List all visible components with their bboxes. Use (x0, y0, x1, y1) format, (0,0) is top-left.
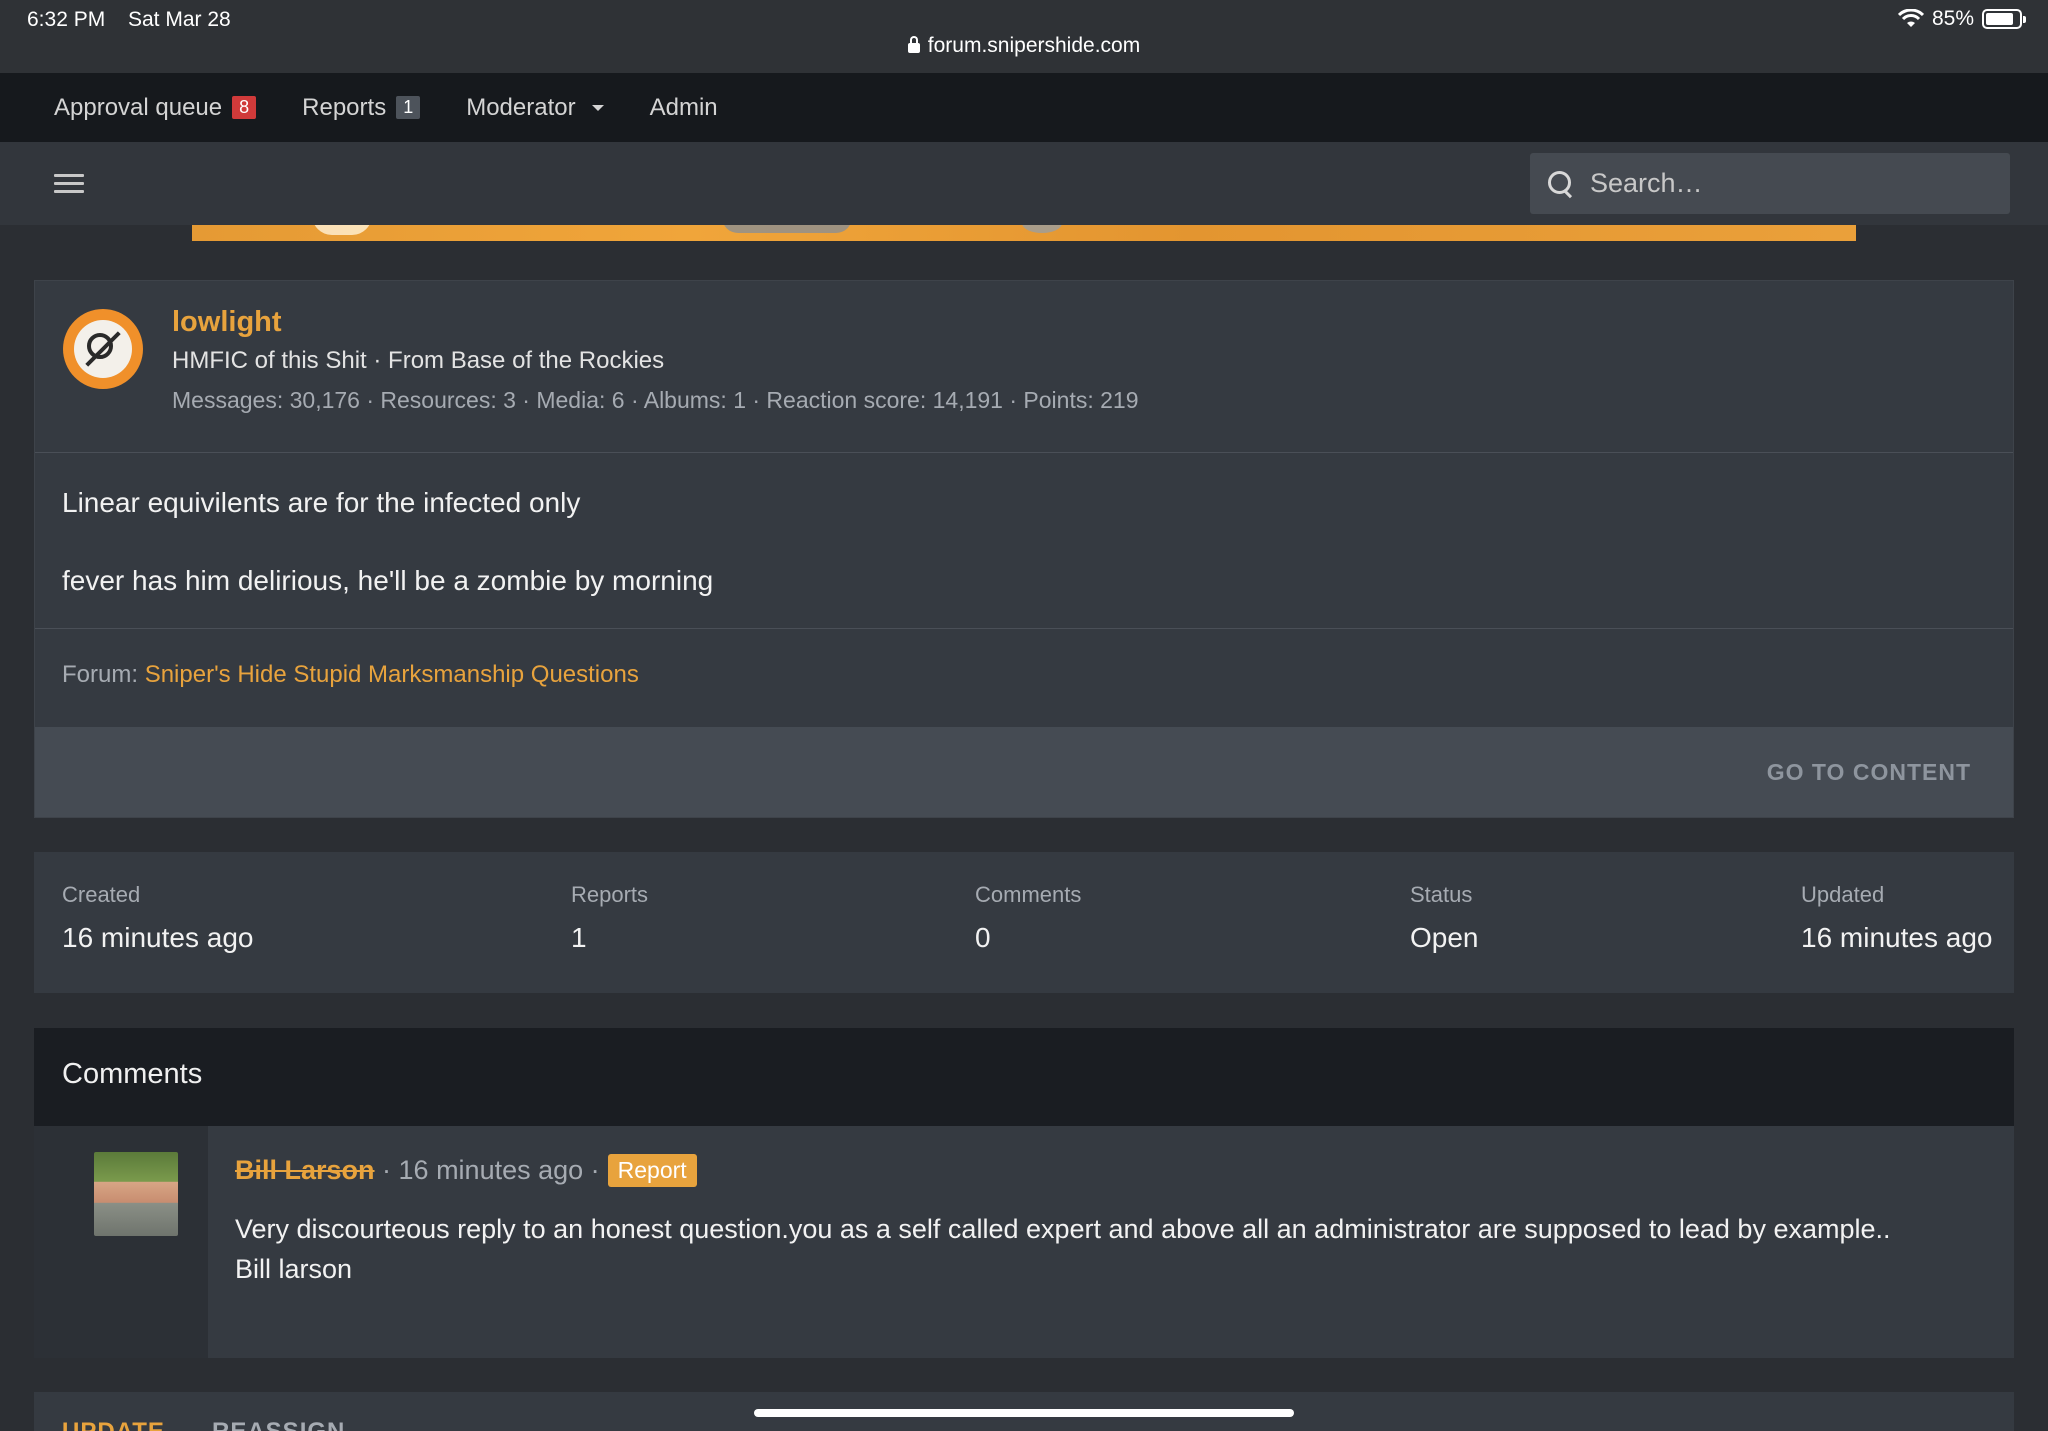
status-indicators: 85% (1897, 7, 2026, 31)
approval-queue-badge: 8 (232, 96, 257, 119)
reports-badge: 1 (396, 96, 421, 119)
meta-separator: · (583, 1155, 600, 1185)
approval-queue-label: Approval queue (54, 93, 223, 121)
user-avatar[interactable] (63, 309, 143, 389)
stat-label: Status (1410, 882, 1473, 907)
user-stats: Messages: 30,176 · Resources: 3 · Media:… (172, 387, 1139, 413)
comment-gutter (34, 1126, 208, 1358)
search-box[interactable] (1530, 153, 2010, 214)
banner-image[interactable] (192, 225, 1856, 241)
stat-label: Updated (1801, 882, 1885, 907)
post-body: Linear equivilents are for the infected … (35, 453, 2013, 629)
battery-percent: 85% (1931, 7, 1974, 30)
reports-label: Reports (302, 93, 387, 121)
post-header: lowlight HMFIC of this Shit · From Base … (35, 281, 2013, 453)
post-body-line: Linear equivilents are for the infected … (62, 487, 581, 518)
tab-reassign[interactable]: REASSIGN (212, 1418, 345, 1431)
meta-separator: · (374, 1155, 399, 1185)
moderator-dropdown[interactable]: Moderator (466, 93, 604, 122)
stat-reports: Reports 1 (571, 882, 648, 954)
stat-value: 0 (975, 922, 991, 953)
stat-label: Reports (571, 882, 649, 907)
report-stats: Created 16 minutes ago Reports 1 Comment… (34, 852, 2014, 993)
post-username[interactable]: lowlight (172, 306, 282, 339)
stat-status: Status Open (1410, 882, 1479, 954)
reports-link[interactable]: Reports 1 (302, 93, 421, 122)
comment-meta: Bill Larson · 16 minutes ago · Report (235, 1154, 1987, 1187)
stat-label: Comments (975, 882, 1082, 907)
stat-value: 1 (571, 922, 587, 953)
url-text: forum.snipershide.com (927, 34, 1141, 57)
admin-label: Admin (649, 93, 718, 121)
status-date: Sat Mar 28 (128, 8, 231, 31)
lock-icon (907, 36, 920, 53)
admin-link[interactable]: Admin (650, 94, 718, 122)
stat-value: 16 minutes ago (62, 922, 254, 953)
stat-label: Created (62, 882, 141, 907)
search-icon (1548, 170, 1574, 197)
ios-status-bar: 6:32 PM Sat Mar 28 85% forum.snipershide… (0, 0, 2048, 73)
comments-title: Comments (34, 1028, 2014, 1126)
commenter-avatar[interactable] (94, 1152, 178, 1236)
comment-item: Bill Larson · 16 minutes ago · Report Ve… (34, 1126, 2014, 1358)
report-tag[interactable]: Report (607, 1154, 697, 1187)
search-input[interactable] (1590, 168, 1990, 199)
comment-author[interactable]: Bill Larson (235, 1155, 375, 1186)
moderator-bar: Approval queue 8 Reports 1 Moderator Adm… (0, 73, 2048, 142)
reported-post-card: lowlight HMFIC of this Shit · From Base … (34, 280, 2014, 818)
approval-queue-link[interactable]: Approval queue 8 (54, 93, 257, 122)
stat-value: Open (1410, 922, 1479, 953)
wifi-icon (1897, 9, 1924, 27)
forum-label: Forum: (62, 661, 139, 688)
go-to-content-button[interactable]: GO TO CONTENT (1767, 759, 1971, 786)
battery-icon (1982, 9, 2026, 29)
post-footer: GO TO CONTENT (35, 727, 2013, 817)
hamburger-menu-icon[interactable] (54, 174, 84, 194)
comments-section: Comments Bill Larson · 16 minutes ago · … (34, 1028, 2014, 1358)
status-time: 6:32 PM (27, 8, 106, 31)
comment-text-line: Very discourteous reply to an honest que… (235, 1214, 1891, 1244)
home-indicator (754, 1409, 1294, 1417)
stat-updated: Updated 16 minutes ago (1801, 882, 1992, 954)
user-title: HMFIC of this Shit · From Base of the Ro… (172, 347, 665, 374)
moderator-label: Moderator (466, 93, 576, 121)
comment-text: Very discourteous reply to an honest que… (235, 1209, 1987, 1289)
caret-down-icon (591, 104, 604, 111)
forum-link[interactable]: Sniper's Hide Stupid Marksmanship Questi… (145, 661, 639, 688)
comment-text-line: Bill larson (235, 1254, 353, 1284)
tab-update[interactable]: UPDATE (62, 1418, 165, 1431)
stat-created: Created 16 minutes ago (62, 882, 253, 954)
address-bar[interactable]: forum.snipershide.com (0, 34, 2048, 58)
comment-content: Bill Larson · 16 minutes ago · Report Ve… (208, 1126, 2014, 1358)
post-body-line: fever has him delirious, he'll be a zomb… (62, 565, 714, 596)
post-forum: Forum: Sniper's Hide Stupid Marksmanship… (35, 629, 2013, 727)
nav-bar (0, 142, 2048, 225)
stat-value: 16 minutes ago (1801, 922, 1993, 953)
stat-comments: Comments 0 (975, 882, 1081, 954)
comment-time: 16 minutes ago (398, 1155, 584, 1185)
